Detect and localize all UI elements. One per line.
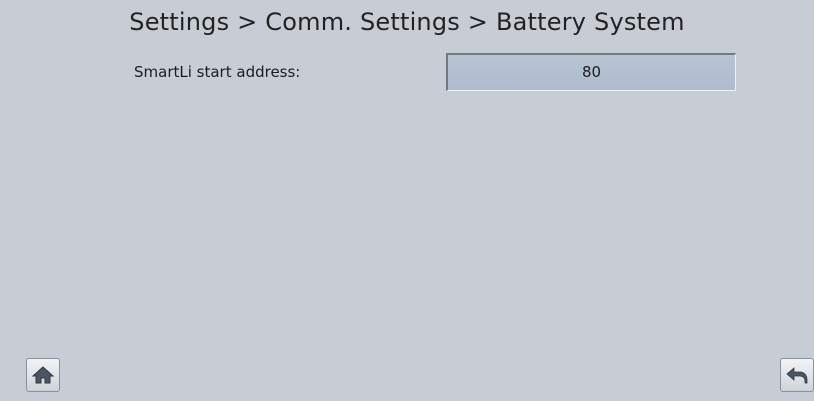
home-button[interactable] [26, 358, 60, 392]
home-icon [32, 365, 54, 385]
back-button[interactable] [780, 358, 814, 392]
smartli-start-address-field[interactable]: 80 [446, 53, 736, 91]
back-arrow-icon [785, 365, 809, 385]
settings-screen: Settings > Comm. Settings > Battery Syst… [0, 0, 814, 401]
page-title: Settings > Comm. Settings > Battery Syst… [129, 8, 685, 36]
setting-label: SmartLi start address: [134, 63, 301, 81]
setting-row-smartli-start-address: SmartLi start address: 80 [0, 50, 814, 96]
